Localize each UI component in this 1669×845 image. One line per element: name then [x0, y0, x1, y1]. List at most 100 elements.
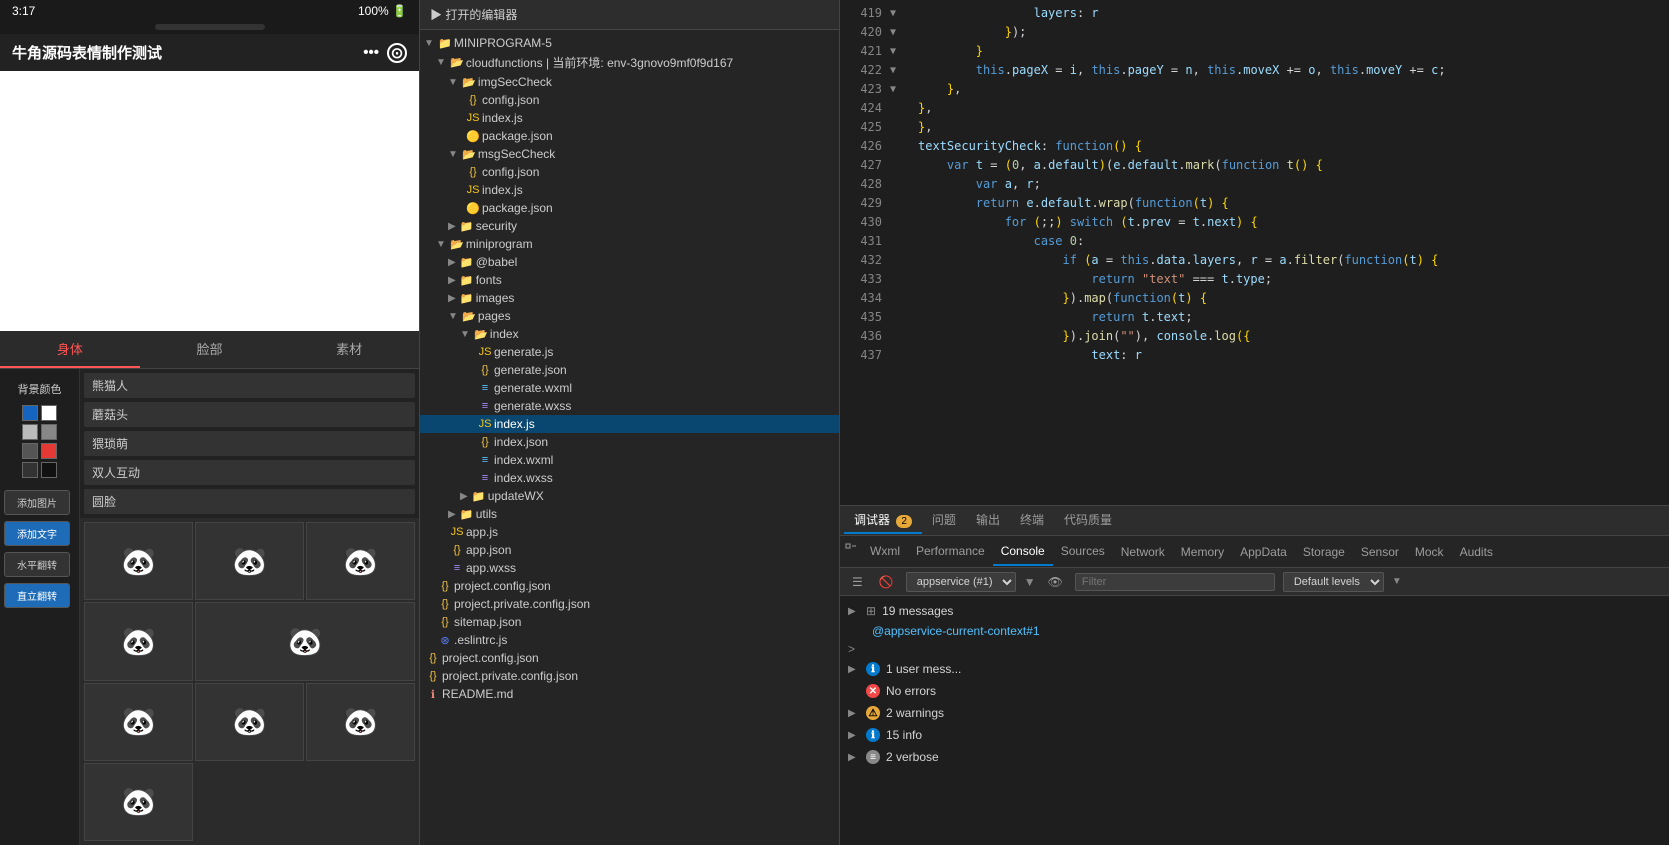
sticker-item-3[interactable]: 双人互动 [84, 460, 415, 485]
console-group-warnings[interactable]: ▶ ⚠ 2 warnings [840, 702, 1669, 724]
record-icon[interactable]: ⊙ [387, 43, 407, 63]
add-text-btn[interactable]: 添加文字 [4, 521, 70, 546]
tree-item-pages[interactable]: ▼ 📂 pages [420, 307, 839, 325]
tree-item-indexjs2[interactable]: JS index.js [420, 181, 839, 199]
tree-item-indexjs1[interactable]: JS index.js [420, 109, 839, 127]
tree-item-fonts[interactable]: ▶ 📁 fonts [420, 271, 839, 289]
tree-item-updateWX[interactable]: ▶ 📁 updateWX [420, 487, 839, 505]
swatch-gray-mid[interactable] [41, 424, 57, 440]
sidebar-toggle-btn[interactable]: ☰ [848, 573, 867, 591]
tree-item-babel[interactable]: ▶ 📁 @babel [420, 253, 839, 271]
tree-item-index-wxss[interactable]: ≡ index.wxss [420, 469, 839, 487]
tree-item-generate-wxss[interactable]: ≡ generate.wxss [420, 397, 839, 415]
devtool-subtab-network[interactable]: Network [1113, 539, 1173, 565]
tree-item-msgSecCheck[interactable]: ▼ 📂 msgSecCheck [420, 145, 839, 163]
tree-item-utils[interactable]: ▶ 📁 utils [420, 505, 839, 523]
eye-btn[interactable]: 👁 [1044, 573, 1067, 591]
swatch-gray-light[interactable] [22, 424, 38, 440]
swatch-black[interactable] [41, 462, 57, 478]
devtool-subtab-inspect[interactable] [840, 536, 862, 567]
tree-item-package1[interactable]: 🟡 package.json [420, 127, 839, 145]
add-image-btn[interactable]: 添加图片 [4, 490, 70, 515]
tree-item-app-wxss[interactable]: ≡ app.wxss [420, 559, 839, 577]
tree-item-index-folder[interactable]: ▼ 📂 index [420, 325, 839, 343]
context-selector[interactable]: appservice (#1) [906, 572, 1016, 592]
tree-item-app-json[interactable]: {} app.json [420, 541, 839, 559]
tree-item-project-config[interactable]: {} project.config.json [420, 577, 839, 595]
devtool-subtab-sources[interactable]: Sources [1053, 538, 1113, 566]
tree-item-cloudfunctions[interactable]: ▼ 📂 cloudfunctions | 当前环境: env-3gnovo9mf… [420, 52, 839, 73]
console-group-messages[interactable]: ▶ ⊞ 19 messages [840, 600, 1669, 622]
devtool-tab-quality[interactable]: 代码质量 [1054, 507, 1122, 534]
tree-item-config1[interactable]: {} config.json [420, 91, 839, 109]
sticker-item-2[interactable]: 猥琐萌 [84, 431, 415, 456]
console-group-verbose[interactable]: ▶ ≡ 2 verbose [840, 746, 1669, 768]
tree-item-index-js[interactable]: JS index.js [420, 415, 839, 433]
sticker-item-4[interactable]: 圆脸 [84, 489, 415, 514]
console-filter-input[interactable] [1075, 573, 1275, 591]
tab-material[interactable]: 素材 [279, 331, 419, 368]
tree-item-readme[interactable]: ℹ README.md [420, 685, 839, 703]
console-group-errors[interactable]: ✕ No errors [840, 680, 1669, 702]
tree-item-imgSecCheck[interactable]: ▼ 📂 imgSecCheck [420, 73, 839, 91]
console-group-user[interactable]: ▶ ℹ 1 user mess... [840, 658, 1669, 680]
sticker-cell-6[interactable]: 🐼 [195, 683, 304, 761]
tree-item-generate-json[interactable]: {} generate.json [420, 361, 839, 379]
tree-item-config2[interactable]: {} config.json [420, 163, 839, 181]
tree-item-project-private[interactable]: {} project.private.config.json [420, 595, 839, 613]
tree-content[interactable]: ▼ 📁 MINIPROGRAM-5 ▼ 📂 cloudfunctions | 当… [420, 30, 839, 845]
tree-item-app-js[interactable]: JS app.js [420, 523, 839, 541]
tree-item-security[interactable]: ▶ 📁 security [420, 217, 839, 235]
sticker-cell-5[interactable]: 🐼 [84, 683, 193, 761]
devtool-tab-debugger[interactable]: 调试器 2 [844, 507, 922, 534]
tab-body[interactable]: 身体 [0, 331, 140, 368]
sticker-cell-1[interactable]: 🐼 [195, 522, 304, 600]
devtool-tab-terminal[interactable]: 终端 [1010, 507, 1054, 534]
tree-item-miniprogram[interactable]: ▼ 📂 miniprogram [420, 235, 839, 253]
code-area[interactable]: layers: r }); } this.pageX = i, this.pag… [910, 0, 1669, 505]
swatch-gray-dark[interactable] [22, 443, 38, 459]
devtool-subtab-memory[interactable]: Memory [1173, 539, 1232, 565]
tree-item-generate-wxml[interactable]: ≡ generate.wxml [420, 379, 839, 397]
devtool-subtab-audits[interactable]: Audits [1452, 539, 1501, 565]
appservice-url[interactable]: @appservice-current-context#1 [840, 622, 1669, 640]
devtool-subtab-storage[interactable]: Storage [1295, 539, 1353, 565]
tree-item-sitemap[interactable]: {} sitemap.json [420, 613, 839, 631]
devtool-tab-issues[interactable]: 问题 [922, 507, 966, 534]
tree-item-package2[interactable]: 🟡 package.json [420, 199, 839, 217]
swatch-dark[interactable] [22, 462, 38, 478]
swatch-white[interactable] [41, 405, 57, 421]
flip-h-btn[interactable]: 水平翻转 [4, 552, 70, 577]
default-levels-select[interactable]: Default levels [1283, 572, 1384, 592]
tree-item-eslintrc[interactable]: ⊛ .eslintrc.js [420, 631, 839, 649]
open-editors-label[interactable]: ▶ 打开的编辑器 [430, 6, 517, 23]
tree-item-project-private2[interactable]: {} project.private.config.json [420, 667, 839, 685]
tree-item-project-config2[interactable]: {} project.config.json [420, 649, 839, 667]
sticker-cell-8[interactable]: 🐼 [84, 763, 193, 841]
tree-root[interactable]: ▼ 📁 MINIPROGRAM-5 [420, 34, 839, 52]
devtool-subtab-mock[interactable]: Mock [1407, 539, 1452, 565]
tab-face[interactable]: 脸部 [140, 331, 280, 368]
sticker-cell-4[interactable]: 🐼 [195, 602, 415, 680]
devtool-subtab-wxml[interactable]: Wxml [862, 538, 908, 566]
swatch-blue[interactable] [22, 405, 38, 421]
sticker-cell-0[interactable]: 🐼 [84, 522, 193, 600]
sticker-cell-2[interactable]: 🐼 [306, 522, 415, 600]
devtool-tab-output[interactable]: 输出 [966, 507, 1010, 534]
flip-v-btn[interactable]: 直立翻转 [4, 583, 70, 608]
more-icon[interactable]: ••• [363, 44, 379, 61]
devtool-subtab-performance[interactable]: Performance [908, 538, 993, 566]
appservice-link[interactable]: @appservice-current-context#1 [872, 624, 1040, 638]
devtool-subtab-appdata[interactable]: AppData [1232, 539, 1295, 565]
tree-item-generate-js[interactable]: JS generate.js [420, 343, 839, 361]
clear-btn[interactable]: 🚫 [875, 573, 898, 591]
console-group-info[interactable]: ▶ ℹ 15 info [840, 724, 1669, 746]
devtool-subtab-console[interactable]: Console [993, 538, 1053, 566]
sticker-cell-7[interactable]: 🐼 [306, 683, 415, 761]
sticker-cell-3[interactable]: 🐼 [84, 602, 193, 680]
sticker-item-1[interactable]: 蘑菇头 [84, 402, 415, 427]
tree-item-index-json[interactable]: {} index.json [420, 433, 839, 451]
tree-item-images[interactable]: ▶ 📁 images [420, 289, 839, 307]
tree-item-index-wxml[interactable]: ≡ index.wxml [420, 451, 839, 469]
devtool-subtab-sensor[interactable]: Sensor [1353, 539, 1407, 565]
